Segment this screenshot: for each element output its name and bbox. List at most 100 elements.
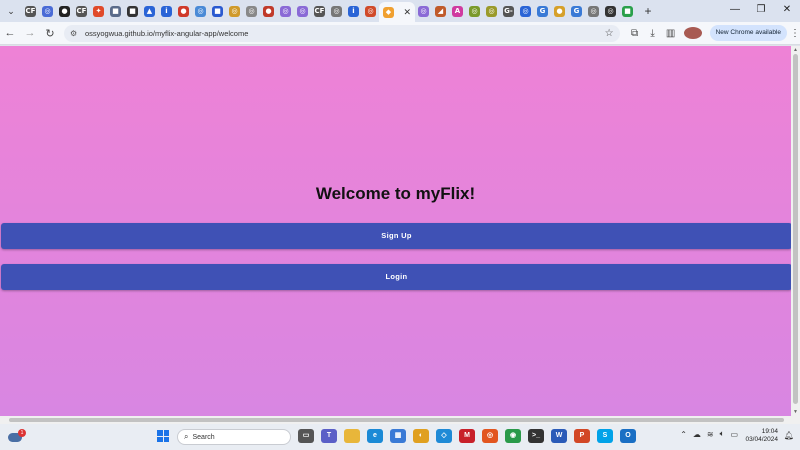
clock[interactable]: 19:04 03/04/2024 <box>745 428 778 444</box>
reload-icon[interactable]: ↻ <box>40 27 60 40</box>
tab-after-10[interactable]: ◎ <box>585 2 602 20</box>
tab-active[interactable]: ◆ ✕ <box>379 2 415 22</box>
close-tab-icon[interactable]: ✕ <box>403 7 411 18</box>
menu-icon[interactable]: ⋮ <box>790 28 800 39</box>
tab-19[interactable]: i <box>345 2 362 20</box>
tab-favicon-icon: ◎ <box>229 5 240 17</box>
tab-after-1[interactable]: ◢ <box>432 2 449 20</box>
weather-widget[interactable]: 1 <box>8 429 26 443</box>
tab-11[interactable]: ■ <box>209 2 226 20</box>
back-icon[interactable]: ← <box>0 27 20 39</box>
new-tab-button[interactable]: + <box>640 4 656 18</box>
tab-after-6[interactable]: ◎ <box>517 2 534 20</box>
tab-2[interactable]: ● <box>56 2 73 20</box>
tab-after-3[interactable]: ◎ <box>466 2 483 20</box>
tab-3[interactable]: CF <box>73 2 90 20</box>
signup-button[interactable]: Sign Up <box>1 223 792 249</box>
chrome-icon[interactable]: ◉ <box>505 429 521 443</box>
powerpoint-icon[interactable]: P <box>574 429 590 443</box>
task-view-icon[interactable]: ▭ <box>298 429 314 443</box>
side-panel-icon[interactable]: ▥ <box>662 28 680 39</box>
tab-14[interactable]: ● <box>260 2 277 20</box>
tab-after-8[interactable]: ● <box>551 2 568 20</box>
file-explorer-icon[interactable] <box>344 429 360 443</box>
vertical-scrollbar[interactable]: ▲ ▼ <box>791 46 800 416</box>
tab-favicon-icon: ● <box>554 5 565 17</box>
outlook-icon[interactable]: O <box>620 429 636 443</box>
tab-after-12[interactable]: ■ <box>619 2 636 20</box>
mcafee-icon[interactable]: M <box>459 429 475 443</box>
tab-favicon-icon: ■ <box>622 5 633 17</box>
tab-6[interactable]: ■ <box>124 2 141 20</box>
tab-search-icon[interactable]: ⌄ <box>4 4 18 18</box>
forward-icon[interactable]: → <box>20 27 40 39</box>
tab-favicon-icon: ● <box>59 5 70 17</box>
tab-favicon-icon: ◎ <box>331 5 342 17</box>
tab-12[interactable]: ◎ <box>226 2 243 20</box>
tab-after-7[interactable]: G <box>534 2 551 20</box>
volume-icon[interactable]: 🔈︎ <box>720 429 725 439</box>
tab-4[interactable]: ✦ <box>90 2 107 20</box>
tab-1[interactable]: ◎ <box>39 2 56 20</box>
notification-bell-icon[interactable]: 🔔︎ <box>784 431 794 440</box>
start-button[interactable] <box>157 430 169 442</box>
taskbar-search[interactable]: ⌕ Search <box>177 429 291 445</box>
tab-favicon-icon: ◎ <box>280 5 291 17</box>
chrome-canary-icon[interactable]: ◐ <box>413 429 429 443</box>
tab-favicon-icon: ◎ <box>605 5 616 17</box>
ubuntu-icon[interactable]: ◎ <box>482 429 498 443</box>
wifi-icon[interactable]: ≋ <box>707 430 714 439</box>
tab-after-11[interactable]: ◎ <box>602 2 619 20</box>
teams-icon[interactable]: T <box>321 429 337 443</box>
tab-18[interactable]: ◎ <box>328 2 345 20</box>
skype-icon[interactable]: S <box>597 429 613 443</box>
download-icon[interactable]: ⤓ <box>644 28 662 39</box>
scroll-up-icon[interactable]: ▲ <box>791 47 800 53</box>
tab-after-2[interactable]: A <box>449 2 466 20</box>
tab-17[interactable]: CF <box>311 2 328 20</box>
bookmark-star-icon[interactable]: ☆ <box>605 28 620 39</box>
site-info-icon[interactable]: ⚙ <box>70 29 82 38</box>
vertical-scroll-thumb[interactable] <box>793 54 798 404</box>
maximize-button[interactable]: ❐ <box>748 0 774 22</box>
login-button[interactable]: Login <box>1 264 792 290</box>
word-icon[interactable]: W <box>551 429 567 443</box>
scroll-down-icon[interactable]: ▼ <box>791 409 800 415</box>
tab-favicon-icon: ◎ <box>297 5 308 17</box>
tab-16[interactable]: ◎ <box>294 2 311 20</box>
tab-after-5[interactable]: G- <box>500 2 517 20</box>
chrome-update-button[interactable]: New Chrome available <box>709 25 787 41</box>
terminal-icon[interactable]: >_ <box>528 429 544 443</box>
horizontal-scroll-thumb[interactable] <box>9 418 784 422</box>
edge-icon[interactable]: e <box>367 429 383 443</box>
tab-after-4[interactable]: ◎ <box>483 2 500 20</box>
tab-after-9[interactable]: G <box>568 2 585 20</box>
minimize-button[interactable]: — <box>722 0 748 22</box>
tab-13[interactable]: ◎ <box>243 2 260 20</box>
close-window-button[interactable]: ✕ <box>774 0 800 22</box>
onedrive-icon[interactable]: ☁ <box>693 430 701 439</box>
tab-7[interactable]: ▲ <box>141 2 158 20</box>
store-icon[interactable]: ▦ <box>390 429 406 443</box>
tab-0[interactable]: CF <box>22 2 39 20</box>
window-controls: — ❐ ✕ <box>722 0 800 22</box>
tab-8[interactable]: i <box>158 2 175 20</box>
vscode-icon[interactable]: ◇ <box>436 429 452 443</box>
url-text[interactable]: ossyogwua.github.io/myflix-angular-app/w… <box>85 29 605 38</box>
address-bar[interactable]: ⚙ ossyogwua.github.io/myflix-angular-app… <box>63 24 620 42</box>
search-icon: ⌕ <box>184 432 189 441</box>
tab-15[interactable]: ◎ <box>277 2 294 20</box>
tab-5[interactable]: ■ <box>107 2 124 20</box>
tab-favicon-icon: ▲ <box>144 5 155 17</box>
profile-avatar[interactable] <box>683 27 702 39</box>
horizontal-scrollbar[interactable] <box>0 416 800 424</box>
extensions-icon[interactable]: ⧉ <box>626 28 644 39</box>
tab-favicon-icon: i <box>161 5 172 17</box>
tab-favicon-icon: CF <box>25 5 36 17</box>
tab-9[interactable]: ● <box>175 2 192 20</box>
tab-10[interactable]: ◎ <box>192 2 209 20</box>
battery-icon[interactable]: ▭ <box>730 430 738 439</box>
tray-chevron-icon[interactable]: ⌃ <box>680 430 687 439</box>
tab-20[interactable]: ◎ <box>362 2 379 20</box>
tab-after-0[interactable]: ◎ <box>415 2 432 20</box>
